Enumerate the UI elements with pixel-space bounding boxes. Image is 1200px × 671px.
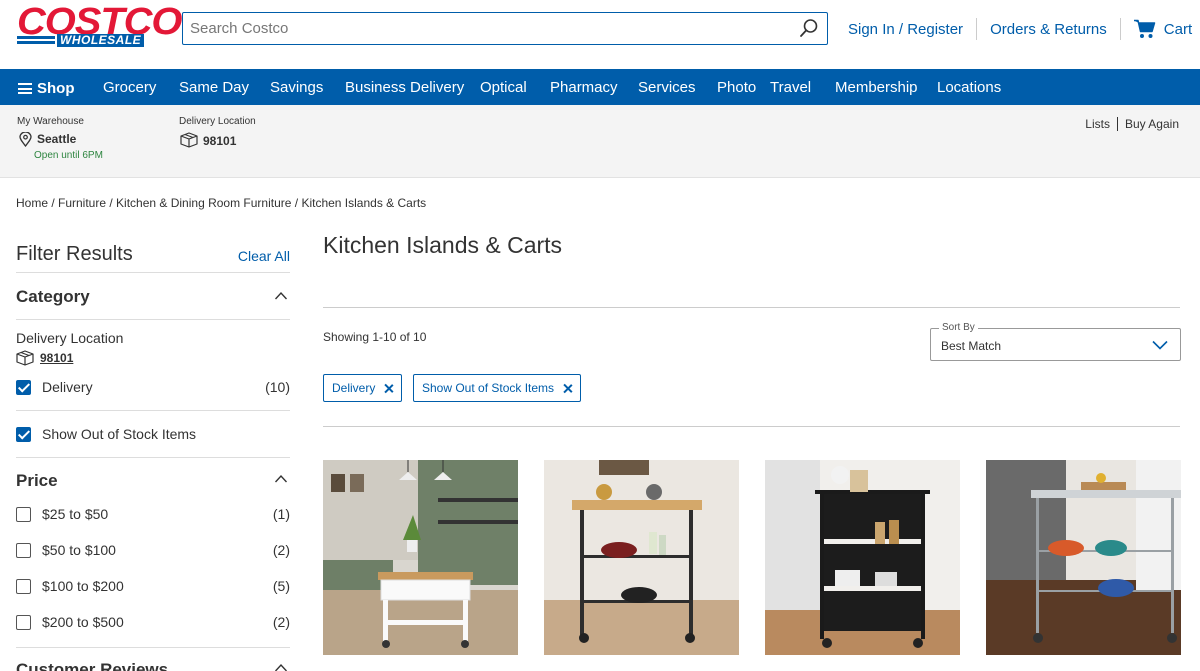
filter-delivery[interactable]: Delivery (10) — [16, 379, 290, 395]
product-image[interactable] — [765, 460, 960, 655]
category-zip-link[interactable]: 98101 — [40, 351, 73, 365]
category-heading[interactable]: Category — [16, 287, 90, 307]
product-image[interactable] — [323, 460, 518, 655]
chevron-up-icon[interactable] — [275, 662, 287, 671]
delivery-location-text: Delivery Location — [16, 330, 124, 346]
cart-link[interactable]: Cart — [1133, 19, 1193, 39]
price-checkbox[interactable] — [16, 614, 31, 630]
filter-label: $50 to $100 — [42, 542, 116, 558]
filter-count: (10) — [265, 379, 290, 395]
product-image[interactable] — [986, 460, 1181, 655]
account-links: Sign In / Register Orders & Returns Cart — [848, 18, 1192, 40]
filter-price-50-100[interactable]: $50 to $100 (2) — [16, 542, 290, 558]
filter-label: Delivery — [42, 379, 93, 395]
search-icon[interactable] — [799, 18, 819, 38]
nav-item-savings[interactable]: Savings — [270, 79, 323, 96]
price-checkbox[interactable] — [16, 578, 31, 594]
price-checkbox[interactable] — [16, 542, 31, 558]
nav-shop-menu[interactable]: Shop — [18, 80, 75, 97]
warehouse-name[interactable]: Seattle — [37, 132, 76, 146]
filter-price-100-200[interactable]: $100 to $200 (5) — [16, 578, 290, 594]
customer-reviews-heading[interactable]: Customer Reviews — [16, 660, 168, 671]
category-zip-row: 98101 — [16, 350, 290, 366]
active-filter-chip-delivery[interactable]: Delivery — [323, 374, 403, 402]
filter-label: $100 to $200 — [42, 578, 124, 594]
main-nav: Shop Grocery Same Day Savings Business D… — [0, 69, 1200, 105]
warehouse-hours: Open until 6PM — [34, 150, 103, 161]
package-icon — [180, 132, 198, 148]
filter-price-25-50[interactable]: $25 to $50 (1) — [16, 506, 290, 522]
costco-logo[interactable]: COSTCO WHOLESALE — [17, 2, 182, 47]
warehouse-label: My Warehouse — [17, 116, 84, 127]
filter-results-title: Filter Results — [16, 243, 133, 265]
page-title: Kitchen Islands & Carts — [323, 232, 563, 258]
nav-item-locations[interactable]: Locations — [937, 79, 1001, 96]
buy-again-link[interactable]: Buy Again — [1125, 117, 1179, 131]
quick-links: Lists Buy Again — [1085, 117, 1179, 131]
cart-icon — [1133, 19, 1156, 38]
top-header: COSTCO WHOLESALE Sign In / Register Orde… — [0, 0, 1200, 69]
location-bar: My Warehouse Seattle Open until 6PM Deli… — [0, 105, 1200, 178]
nav-shop-label: Shop — [37, 80, 75, 97]
package-icon — [16, 350, 34, 366]
nav-item-pharmacy[interactable]: Pharmacy — [550, 79, 618, 96]
delivery-location-heading: Delivery Location — [16, 330, 290, 346]
search-box — [182, 12, 828, 45]
results-count: Showing 1-10 of 10 — [323, 330, 427, 344]
nav-item-photo[interactable]: Photo — [717, 79, 756, 96]
price-checkbox[interactable] — [16, 506, 31, 522]
active-filter-chip-out-of-stock[interactable]: Show Out of Stock Items — [413, 374, 582, 402]
hamburger-icon — [18, 83, 32, 94]
filter-label: Show Out of Stock Items — [42, 426, 197, 442]
chevron-up-icon[interactable] — [275, 473, 287, 485]
chip-label: Show Out of Stock Items — [422, 381, 555, 395]
filter-count: (2) — [272, 614, 290, 630]
breadcrumb[interactable]: Home / Furniture / Kitchen & Dining Room… — [16, 196, 426, 210]
cart-label: Cart — [1163, 20, 1193, 38]
location-pin-icon — [19, 132, 32, 147]
clear-all-link[interactable]: Clear All — [238, 248, 290, 264]
price-heading[interactable]: Price — [16, 471, 58, 491]
delivery-location-label: Delivery Location — [179, 116, 256, 127]
lists-link[interactable]: Lists — [1085, 117, 1110, 131]
product-image[interactable] — [544, 460, 739, 655]
delivery-checkbox[interactable] — [16, 379, 31, 395]
chevron-down-icon — [1152, 340, 1168, 350]
chip-label: Delivery — [332, 381, 376, 395]
filter-count: (2) — [272, 542, 290, 558]
nav-item-same-day[interactable]: Same Day — [179, 79, 249, 96]
filter-label: $25 to $50 — [42, 506, 109, 522]
out-of-stock-checkbox[interactable] — [16, 426, 31, 442]
chevron-up-icon[interactable] — [275, 290, 287, 302]
filter-count: (5) — [272, 578, 290, 594]
filter-count: (1) — [272, 506, 290, 522]
nav-item-membership[interactable]: Membership — [835, 79, 918, 96]
nav-item-optical[interactable]: Optical — [480, 79, 527, 96]
close-icon[interactable] — [563, 384, 572, 393]
filter-out-of-stock[interactable]: Show Out of Stock Items — [16, 426, 290, 442]
filter-label: $200 to $500 — [42, 614, 124, 630]
close-icon[interactable] — [384, 384, 393, 393]
sort-by-label: Sort By — [939, 322, 978, 333]
sort-by-select[interactable]: Sort By Best Match — [930, 322, 1181, 361]
nav-item-grocery[interactable]: Grocery — [103, 79, 156, 96]
filter-price-200-500[interactable]: $200 to $500 (2) — [16, 614, 290, 630]
sort-by-value: Best Match — [941, 339, 1002, 353]
delivery-zip[interactable]: 98101 — [203, 134, 236, 148]
sign-in-link[interactable]: Sign In / Register — [848, 21, 963, 38]
search-input[interactable] — [183, 13, 783, 44]
logo-wholesale-text: WHOLESALE — [57, 34, 145, 47]
orders-returns-link[interactable]: Orders & Returns — [990, 21, 1107, 38]
nav-item-services[interactable]: Services — [638, 79, 696, 96]
nav-item-travel[interactable]: Travel — [770, 79, 811, 96]
nav-item-business-delivery[interactable]: Business Delivery — [345, 79, 464, 96]
